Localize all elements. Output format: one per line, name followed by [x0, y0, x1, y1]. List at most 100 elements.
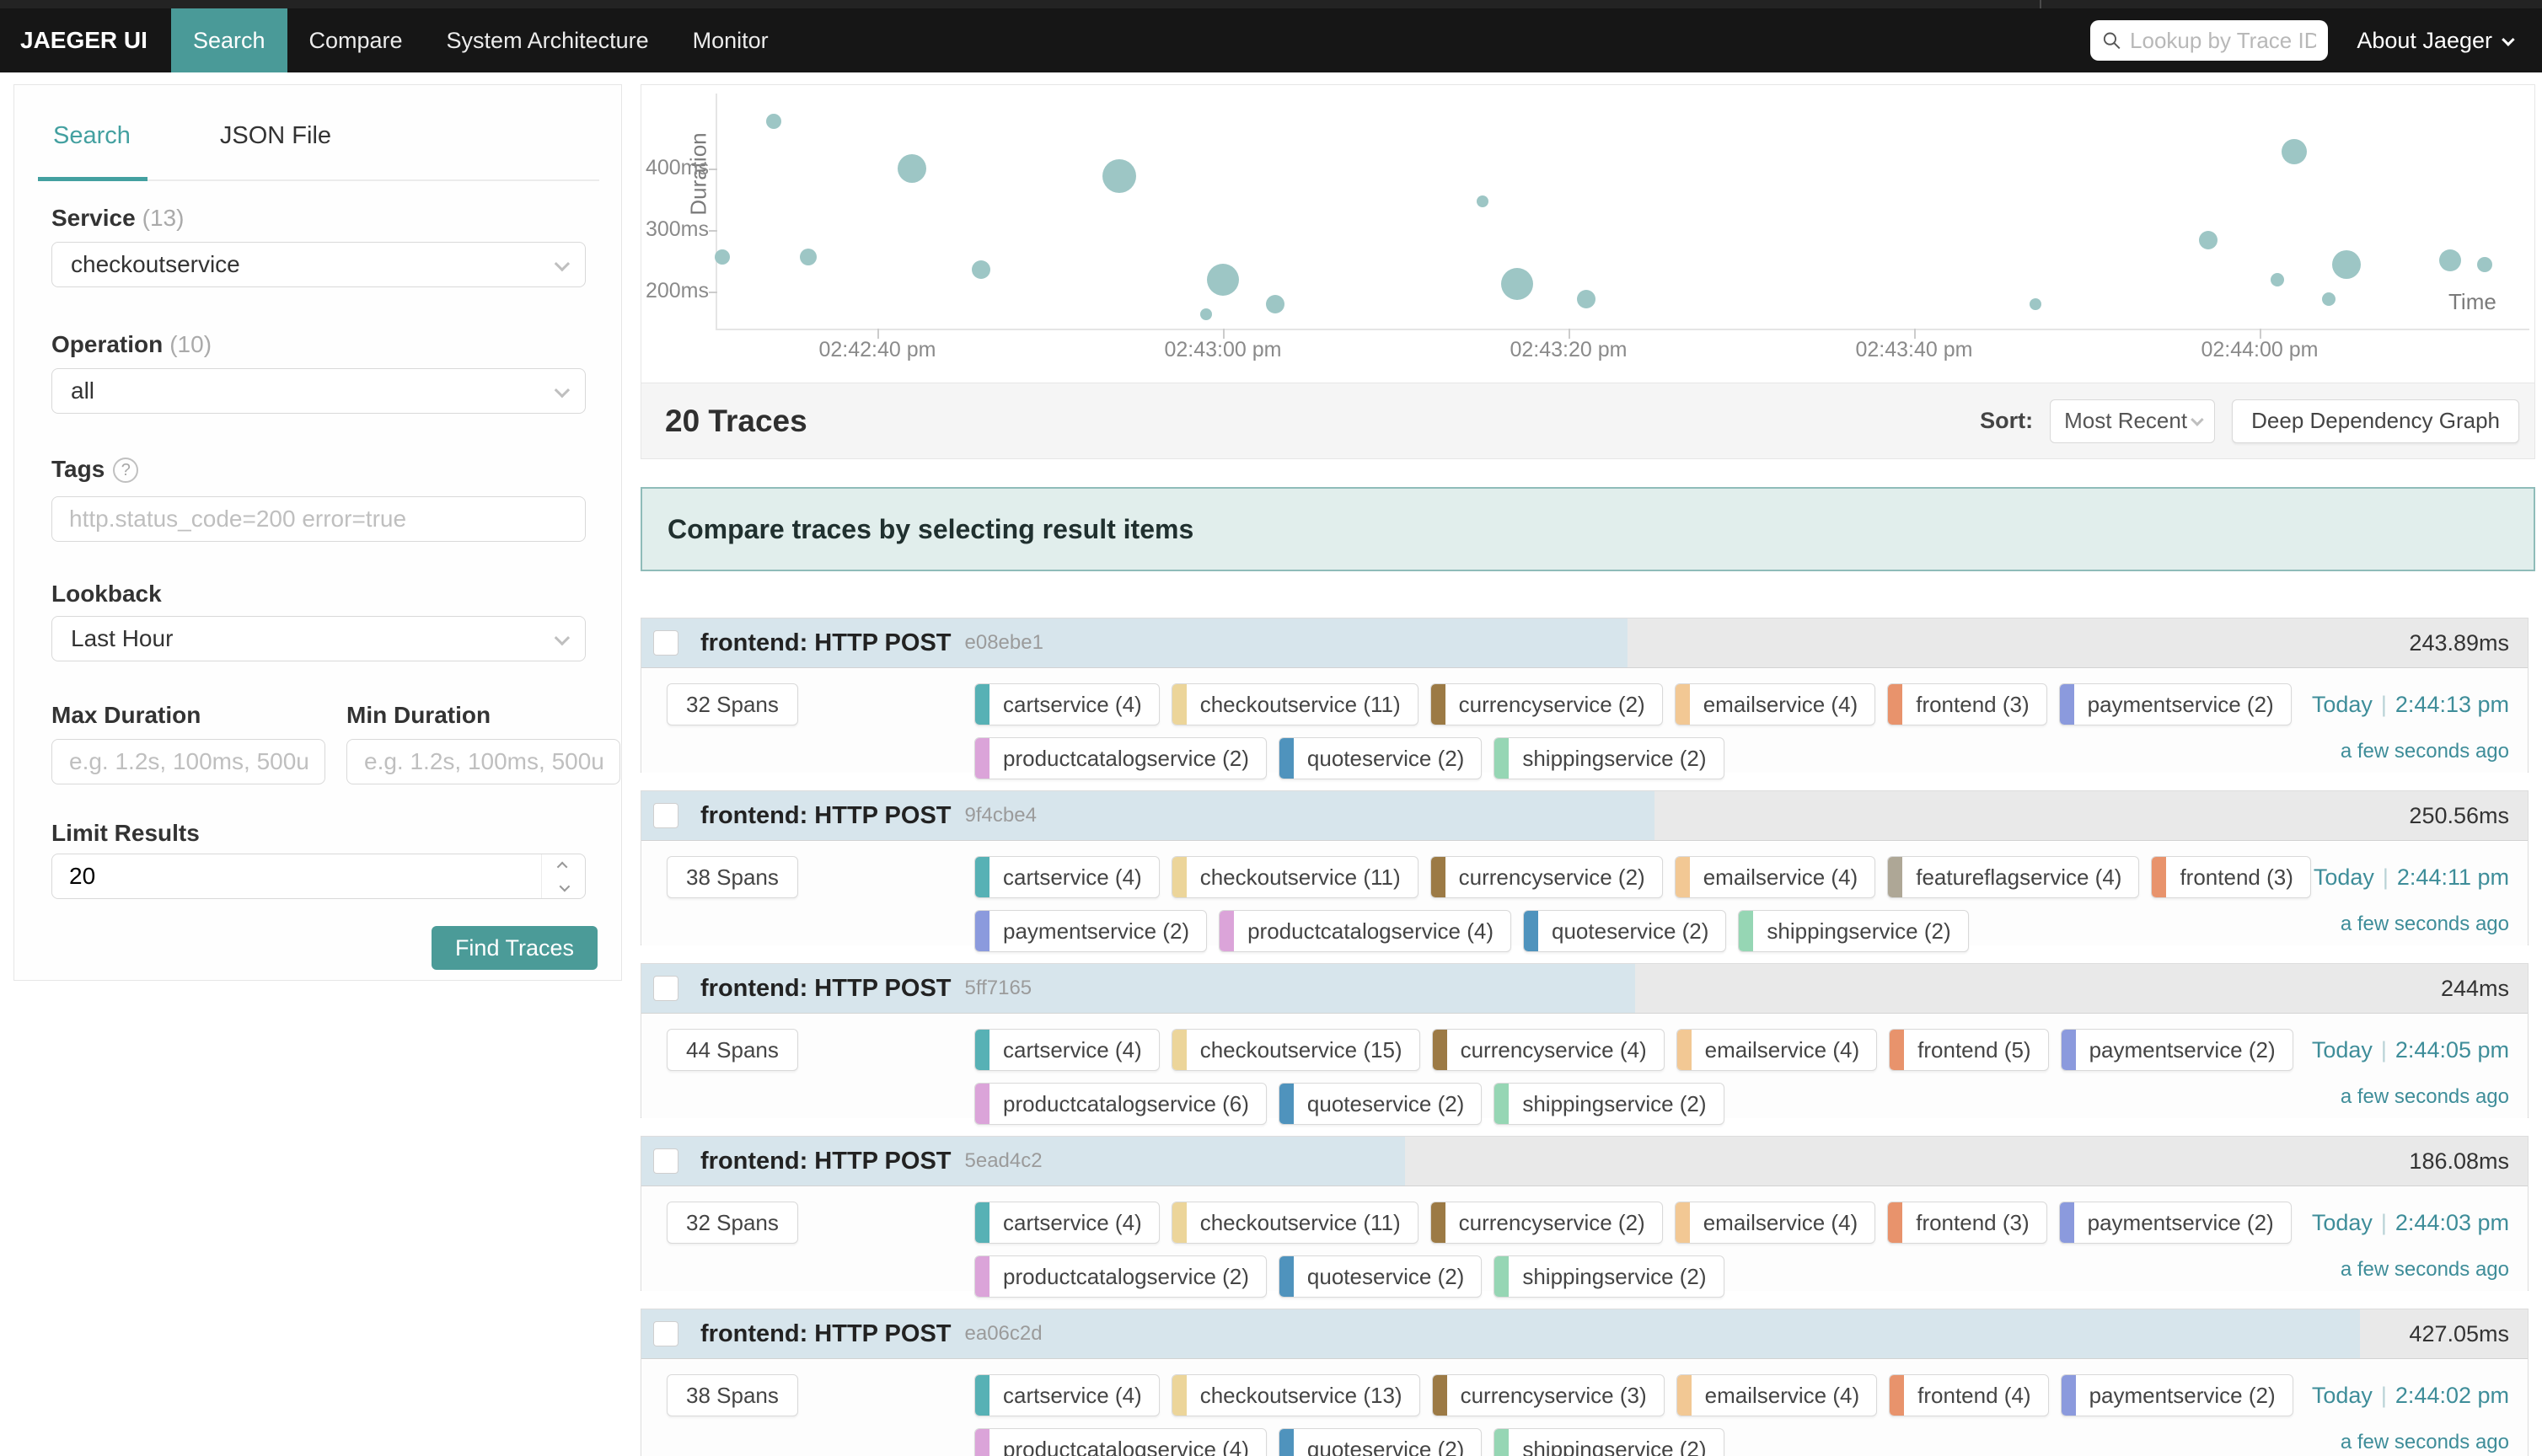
deep-dependency-graph-button[interactable]: Deep Dependency Graph: [2232, 399, 2519, 443]
scatter-point[interactable]: [2477, 257, 2492, 272]
scatter-point[interactable]: [2199, 231, 2218, 249]
min-duration-input[interactable]: [346, 739, 620, 784]
service-tag: productcatalogservice (6): [974, 1083, 1267, 1125]
scatter-point[interactable]: [898, 154, 926, 183]
trace-card-header[interactable]: frontend: HTTP POST 5ff7165 244ms: [641, 964, 2528, 1014]
scatter-point[interactable]: [972, 260, 990, 279]
scatter-point[interactable]: [2271, 273, 2284, 286]
service-tag: productcatalogservice (2): [974, 1255, 1267, 1298]
trace-service-operation: frontend: HTTP POST: [700, 1320, 952, 1348]
service-tag: paymentservice (2): [2061, 1374, 2293, 1416]
trace-card-header[interactable]: frontend: HTTP POST 5ead4c2 186.08ms: [641, 1137, 2528, 1186]
results-controls: Sort: Most Recent Deep Dependency Graph: [1980, 399, 2519, 443]
scatter-point[interactable]: [2439, 249, 2461, 271]
scatter-point[interactable]: [1477, 195, 1488, 207]
scatter-point[interactable]: [2322, 292, 2336, 306]
trace-select-checkbox[interactable]: [653, 1321, 678, 1346]
service-label: Service(13): [51, 205, 184, 232]
service-color-strip: [1888, 684, 1902, 725]
sort-select[interactable]: Most Recent: [2050, 399, 2215, 443]
window-top-strip: [0, 0, 2542, 8]
stepper-down-button[interactable]: [542, 876, 585, 898]
trace-select-checkbox[interactable]: [653, 1148, 678, 1174]
service-tag: quoteservice (2): [1279, 1428, 1482, 1456]
scatter-point[interactable]: [2332, 250, 2361, 279]
service-tag-label: productcatalogservice (6): [989, 1091, 1266, 1117]
max-duration-input[interactable]: [51, 739, 325, 784]
trace-select-checkbox[interactable]: [653, 976, 678, 1001]
service-color-strip: [975, 1030, 989, 1070]
service-color-strip: [1677, 1375, 1692, 1416]
service-tag: emailservice (4): [1676, 1374, 1878, 1416]
scatter-point[interactable]: [1501, 268, 1533, 300]
scatter-point[interactable]: [2282, 139, 2307, 164]
lookback-select[interactable]: Last Hour: [51, 616, 586, 661]
service-tag-label: checkoutservice (11): [1187, 1210, 1418, 1236]
scatter-point[interactable]: [1266, 295, 1284, 313]
trace-header-content: frontend: HTTP POST ea06c2d 427.05ms: [641, 1309, 2528, 1358]
service-color-strip: [2060, 684, 2074, 725]
scatter-point[interactable]: [1200, 308, 1212, 320]
service-tag-label: frontend (3): [1902, 692, 2046, 718]
x-tick-label: 02:43:20 pm: [1476, 338, 1661, 362]
service-select[interactable]: checkoutservice: [51, 242, 586, 287]
trace-select-checkbox[interactable]: [653, 803, 678, 828]
trace-timestamp: Today|2:44:02 pm a few seconds ago: [2312, 1374, 2509, 1456]
service-tag: currencyservice (2): [1430, 1202, 1663, 1244]
trace-card-body: 38 Spans cartservice (4) checkoutservice…: [641, 842, 2528, 945]
about-jaeger-menu[interactable]: About Jaeger: [2357, 28, 2512, 54]
trace-card-header[interactable]: frontend: HTTP POST e08ebe1 243.89ms: [641, 618, 2528, 668]
trace-service-operation: frontend: HTTP POST: [700, 629, 952, 657]
service-tag: currencyservice (3): [1432, 1374, 1665, 1416]
service-tag: quoteservice (2): [1279, 1255, 1482, 1298]
service-tag-label: cartservice (4): [989, 1037, 1159, 1063]
tags-help-icon[interactable]: ?: [113, 458, 138, 483]
trace-date: Today: [2312, 1037, 2373, 1063]
scatter-point[interactable]: [715, 249, 730, 265]
trace-card-header[interactable]: frontend: HTTP POST ea06c2d 427.05ms: [641, 1309, 2528, 1359]
service-tag: cartservice (4): [974, 683, 1160, 725]
scatter-point[interactable]: [766, 114, 781, 129]
find-traces-button[interactable]: Find Traces: [432, 926, 598, 970]
trace-select-checkbox[interactable]: [653, 630, 678, 656]
trace-date: Today: [2312, 1210, 2373, 1235]
tags-input[interactable]: [51, 496, 586, 542]
trace-duration: 244ms: [2441, 976, 2509, 1002]
service-color-strip: [2062, 1030, 2076, 1070]
trace-relative-time: a few seconds ago: [2312, 732, 2509, 771]
service-tag: cartservice (4): [974, 856, 1160, 898]
trace-card-header[interactable]: frontend: HTTP POST 9f4cbe4 250.56ms: [641, 791, 2528, 841]
tab-search[interactable]: Search: [38, 115, 146, 172]
service-color-strip: [1431, 684, 1445, 725]
trace-time: 2:44:13 pm: [2395, 692, 2509, 717]
x-tick-label: 02:44:00 pm: [2167, 338, 2352, 362]
stepper-up-button[interactable]: [542, 854, 585, 876]
tab-json-file[interactable]: JSON File: [205, 115, 346, 172]
service-color-strip: [2062, 1375, 2076, 1416]
y-axis-line: [716, 94, 717, 330]
y-tick-mark: [709, 292, 717, 293]
scatter-point[interactable]: [1102, 159, 1136, 193]
scatter-point[interactable]: [2030, 298, 2041, 310]
timestamp-divider: |: [2381, 692, 2387, 717]
nav-item-monitor[interactable]: Monitor: [671, 8, 791, 72]
scatter-point[interactable]: [800, 249, 817, 265]
operation-select[interactable]: all: [51, 368, 586, 414]
trace-lookup-input[interactable]: [2130, 28, 2316, 54]
limit-results-input[interactable]: [52, 854, 541, 898]
lookback-select-value: Last Hour: [71, 625, 173, 652]
service-tag-label: currencyservice (2): [1445, 692, 1662, 718]
nav-item-search[interactable]: Search: [171, 8, 287, 72]
nav-item-system-architecture[interactable]: System Architecture: [425, 8, 671, 72]
chevron-down-icon: [2191, 413, 2204, 426]
nav-item-compare[interactable]: Compare: [287, 8, 425, 72]
service-tag-label: shippingservice (2): [1509, 1091, 1723, 1117]
scatter-point[interactable]: [1577, 290, 1595, 308]
trace-result-card: frontend: HTTP POST ea06c2d 427.05ms 38 …: [641, 1309, 2529, 1456]
service-tag-label: emailservice (4): [1692, 1037, 1877, 1063]
brand-jaeger-ui[interactable]: JAEGER UI: [0, 8, 171, 72]
service-tag-list: cartservice (4) checkoutservice (11) cur…: [974, 683, 2314, 779]
scatter-point[interactable]: [1207, 264, 1239, 296]
y-tick-mark: [709, 169, 717, 170]
service-tag-label: currencyservice (4): [1447, 1037, 1664, 1063]
